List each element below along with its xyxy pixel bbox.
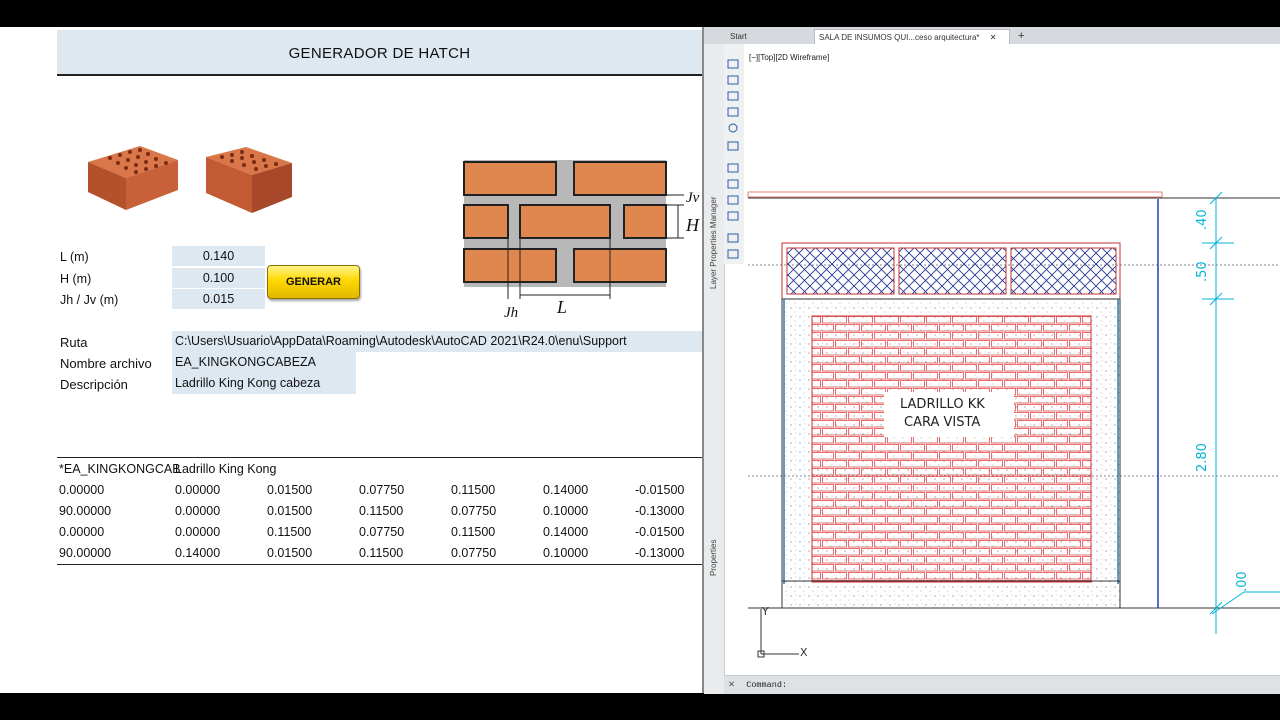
dim-label-050: .50: [1195, 261, 1210, 282]
viewport-label[interactable]: [−][Top][2D Wireframe]: [749, 53, 829, 62]
pattern-table: *EA_KINGKONGCAB Ladrillo King Kong 0.000…: [57, 457, 702, 565]
field-label-descripcion: Descripción: [60, 377, 128, 392]
ucs-x-label: X: [800, 646, 808, 659]
generate-button[interactable]: GENERAR: [267, 265, 360, 299]
tool-icons[interactable]: [724, 44, 744, 264]
pattern-cell: -0.01500: [635, 483, 685, 497]
sheet-title: GENERADOR DE HATCH: [288, 45, 471, 62]
ucs-y-label: Y: [761, 605, 769, 618]
param-value-h[interactable]: 0.100: [172, 268, 265, 288]
file-tabs: Start SALA DE INSUMOS QUI...ceso arquite…: [704, 27, 1280, 45]
field-label-ruta: Ruta: [60, 335, 88, 350]
pattern-cell: 0.00000: [175, 525, 221, 539]
pattern-cell: 0.14000: [175, 546, 221, 560]
pattern-cell: 0.07750: [359, 483, 405, 497]
autocad-window: Start SALA DE INSUMOS QUI...ceso arquite…: [702, 27, 1280, 694]
close-command-icon[interactable]: ✕: [728, 680, 735, 690]
jh-label: Jh: [504, 305, 518, 321]
brick-photo-1: [88, 146, 178, 210]
pattern-cell: 90.00000: [59, 546, 112, 560]
pattern-header-name: *EA_KINGKONGCAB: [59, 462, 181, 476]
brick-photo-2: [206, 147, 292, 213]
pattern-cell: 0.10000: [543, 546, 589, 560]
pattern-cell: 0.01500: [267, 483, 313, 497]
layer-properties-label[interactable]: Layer Properties Manager: [709, 197, 718, 290]
field-value-nombre[interactable]: EA_KINGKONGCABEZA: [172, 352, 356, 373]
wall-label-line2: CARA VISTA: [904, 415, 980, 430]
wall-label-line1: LADRILLO KK: [900, 397, 985, 412]
brick-bond-diagram: Jv H Jh L: [463, 160, 700, 321]
param-label-h: H (m): [60, 272, 92, 286]
pattern-cell: 90.00000: [59, 504, 112, 518]
tool-palette: [724, 44, 744, 264]
pattern-cell: 0.11500: [451, 525, 496, 539]
command-line[interactable]: ✕ Command:: [724, 675, 1280, 694]
pattern-cell: 0.07750: [451, 546, 497, 560]
pattern-header-desc: Ladrillo King Kong: [175, 462, 277, 476]
pattern-cell: 0.14000: [543, 525, 589, 539]
pattern-cell: 0.10000: [543, 504, 589, 518]
pattern-cell: -0.01500: [635, 525, 685, 539]
close-icon[interactable]: ✕: [990, 33, 997, 42]
pattern-cell: 0.01500: [267, 504, 313, 518]
pattern-cell: 0.00000: [175, 483, 221, 497]
param-value-l[interactable]: 0.140: [172, 246, 265, 266]
pattern-cell: 0.11500: [451, 483, 496, 497]
pattern-cell: 0.07750: [451, 504, 497, 518]
properties-label[interactable]: Properties: [709, 540, 718, 576]
drawing-svg[interactable]: [−][Top][2D Wireframe] LADRILLO KK CARA …: [744, 44, 1280, 673]
jv-label: Jv: [686, 190, 700, 206]
tab-drawing-label: SALA DE INSUMOS QUI...ceso arquitectura*: [819, 33, 980, 42]
pattern-cell: 0.11500: [359, 546, 404, 560]
pattern-cell: 0.00000: [59, 525, 105, 539]
param-label-joint: Jh / Jv (m): [60, 293, 119, 307]
field-value-ruta[interactable]: C:\Users\Usuario\AppData\Roaming\Autodes…: [172, 331, 702, 352]
h-label: H: [685, 215, 700, 235]
dim-label-000: .00: [1235, 571, 1250, 592]
pattern-cell: 0.00000: [175, 504, 221, 518]
tab-start[interactable]: Start: [728, 29, 810, 44]
sheet-header: GENERADOR DE HATCH: [57, 30, 702, 76]
dim-label-040: .40: [1195, 209, 1210, 230]
command-prompt: Command:: [746, 680, 788, 690]
field-value-descripcion[interactable]: Ladrillo King Kong cabeza: [172, 373, 356, 394]
pattern-cell: 0.01500: [267, 546, 313, 560]
dim-label-280: 2.80: [1195, 443, 1210, 472]
tab-drawing[interactable]: SALA DE INSUMOS QUI...ceso arquitectura*…: [814, 29, 1010, 45]
drawing-canvas[interactable]: [−][Top][2D Wireframe] LADRILLO KK CARA …: [744, 44, 1280, 673]
pattern-cell: -0.13000: [635, 546, 685, 560]
pattern-cell: 0.11500: [267, 525, 312, 539]
l-label: L: [556, 297, 567, 317]
pattern-cell: 0.11500: [359, 504, 404, 518]
param-value-joint[interactable]: 0.015: [172, 289, 265, 309]
param-label-l: L (m): [60, 250, 89, 264]
field-label-nombre: Nombre archivo: [60, 356, 152, 371]
new-tab-button[interactable]: +: [1018, 29, 1030, 44]
pattern-cell: 0.00000: [59, 483, 105, 497]
pattern-cell: 0.07750: [359, 525, 405, 539]
palette-strip: Layer Properties Manager Properties: [704, 44, 725, 694]
excel-sheet: GENERADOR DE HATCH Jv H Jh L L (m) 0.140…: [0, 27, 702, 693]
pattern-cell: -0.13000: [635, 504, 685, 518]
pattern-cell: 0.14000: [543, 483, 589, 497]
